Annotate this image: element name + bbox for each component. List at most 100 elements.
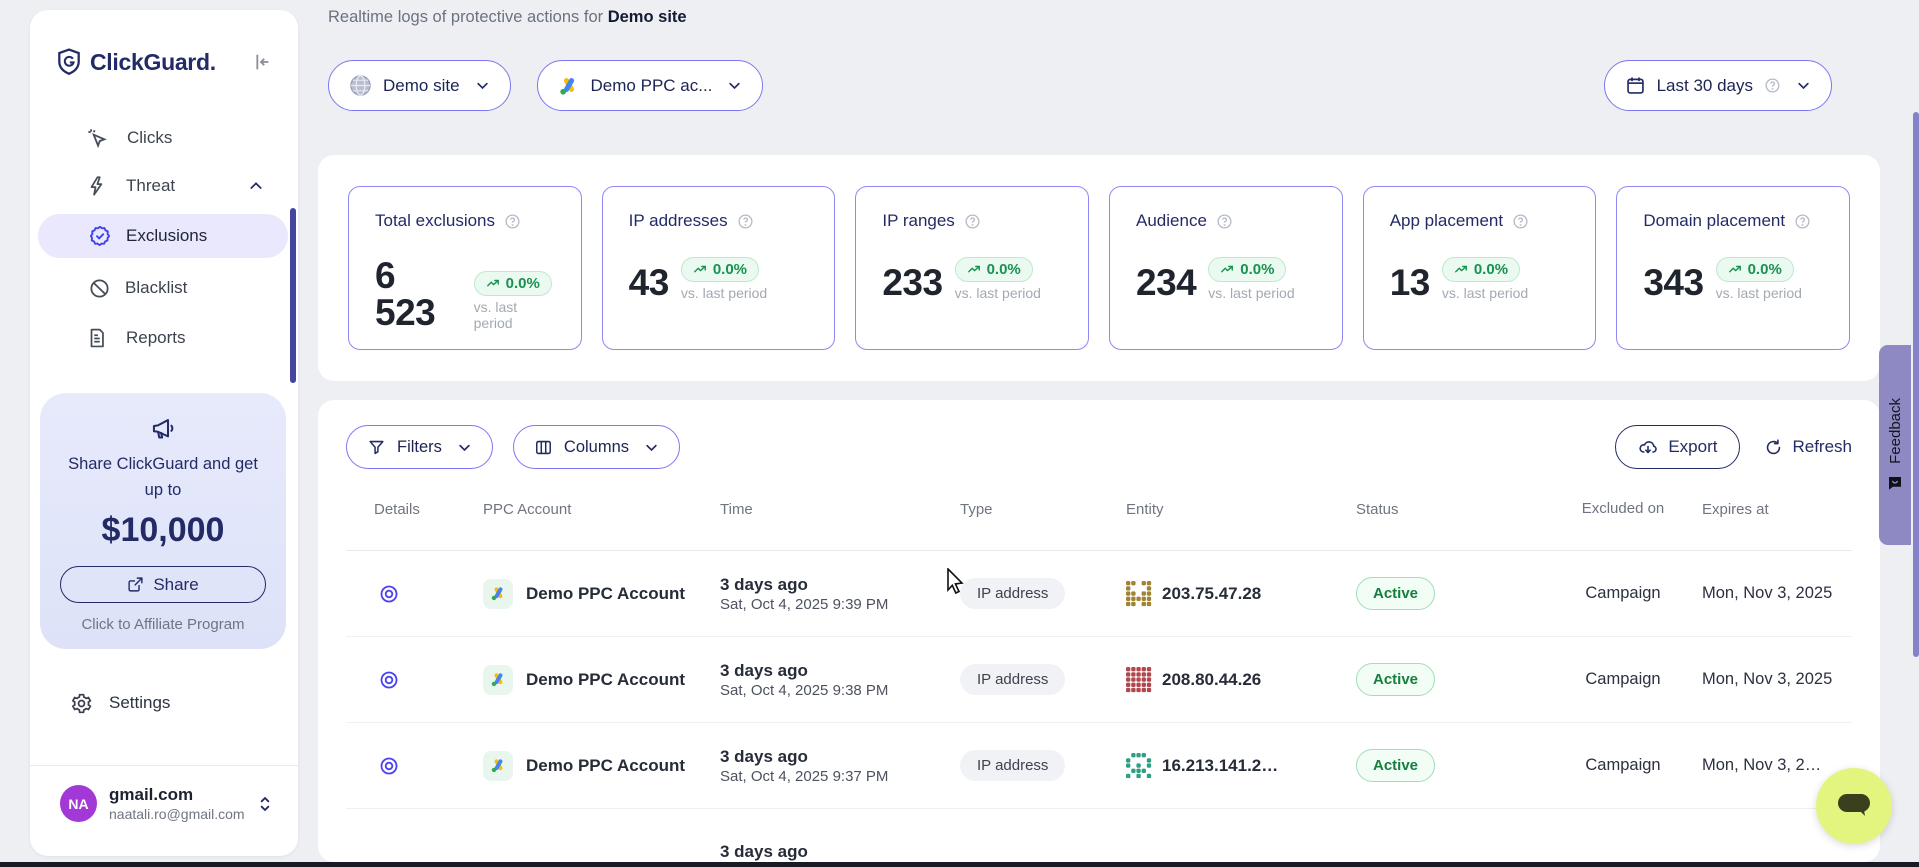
table-header-row: Details PPC Account Time Type Entity Sta…: [346, 469, 1852, 551]
entity-identicon: [1126, 753, 1152, 779]
account-switcher[interactable]: NA gmail.com naatali.ro@gmail.com: [30, 785, 298, 822]
site-selector[interactable]: Demo site: [328, 60, 511, 111]
stat-label: Total exclusions: [375, 211, 495, 231]
share-button[interactable]: Share: [60, 566, 266, 603]
time-relative: 3 days ago: [720, 746, 888, 769]
entity-identicon: [1126, 667, 1152, 693]
sidebar-scrollbar[interactable]: [290, 208, 296, 383]
col-details[interactable]: Details: [346, 501, 460, 518]
help-icon[interactable]: [504, 213, 521, 230]
ppc-account-name: Demo PPC Account: [526, 584, 685, 604]
excluded-on-value: Campaign: [1585, 670, 1660, 689]
table-row: Demo PPC Account 3 days ago Sat, Oct 4, …: [346, 723, 1852, 809]
sidebar-item-threat[interactable]: Threat: [30, 166, 298, 206]
logo-text: ClickGuard.: [90, 49, 216, 76]
sidebar-item-blacklist[interactable]: Blacklist: [38, 266, 288, 310]
feedback-label: Feedback: [1887, 398, 1904, 464]
delta-badge: 0.0%: [955, 257, 1033, 282]
table-row-partial: 3 days ago: [346, 809, 1852, 862]
col-excluded-on[interactable]: Excluded on: [1558, 499, 1688, 519]
columns-icon: [534, 438, 553, 457]
delta-badge: 0.0%: [1442, 257, 1520, 282]
stat-card-ip-addresses: IP addresses 43 0.0% vs. last period: [602, 186, 836, 350]
sidebar-item-settings[interactable]: Settings: [30, 682, 298, 724]
date-range-selector[interactable]: Last 30 days: [1604, 60, 1832, 111]
refresh-button[interactable]: Refresh: [1764, 437, 1852, 457]
stat-value: 343: [1643, 264, 1703, 301]
calendar-icon: [1625, 75, 1646, 96]
export-button[interactable]: Export: [1615, 425, 1740, 469]
sidebar-item-exclusions[interactable]: Exclusions: [38, 214, 288, 258]
document-icon: [86, 327, 108, 349]
details-eye-icon[interactable]: [378, 583, 400, 605]
delta-badge: 0.0%: [474, 271, 552, 296]
gear-icon: [70, 692, 93, 715]
time-absolute: Sat, Oct 4, 2025 9:38 PM: [720, 682, 888, 699]
ban-icon: [88, 277, 111, 300]
col-ppc-account[interactable]: PPC Account: [460, 501, 706, 518]
affiliate-link[interactable]: Click to Affiliate Program: [81, 616, 244, 633]
type-badge: IP address: [960, 578, 1065, 609]
filters-button[interactable]: Filters: [346, 425, 493, 469]
stat-caption: vs. last period: [1442, 285, 1528, 301]
col-time[interactable]: Time: [706, 501, 946, 518]
feedback-tab[interactable]: Feedback: [1879, 345, 1911, 545]
chat-launcher-button[interactable]: [1816, 768, 1892, 844]
columns-button[interactable]: Columns: [513, 425, 680, 469]
nav-label: Exclusions: [126, 226, 207, 246]
sidebar-item-reports[interactable]: Reports: [30, 318, 298, 358]
page-scrollbar[interactable]: [1913, 112, 1919, 657]
cloud-download-icon: [1638, 437, 1658, 457]
nav-label: Clicks: [127, 128, 172, 148]
chevron-up-icon: [248, 178, 264, 194]
help-icon[interactable]: [1512, 213, 1529, 230]
status-badge: Active: [1356, 663, 1435, 696]
entity-identicon: [1126, 581, 1152, 607]
divider: [30, 765, 298, 766]
col-status[interactable]: Status: [1342, 501, 1558, 518]
megaphone-icon: [150, 415, 177, 442]
time-relative: 3 days ago: [720, 841, 808, 862]
stat-card-app-placement: App placement 13 0.0% vs. last period: [1363, 186, 1597, 350]
details-eye-icon[interactable]: [378, 669, 400, 691]
table-toolbar: Filters Columns Export: [318, 425, 1880, 469]
ppc-account-selector[interactable]: Demo PPC ac...: [537, 60, 764, 111]
stat-card-ip-ranges: IP ranges 233 0.0% vs. last period: [855, 186, 1089, 350]
logs-table-panel: Filters Columns Export: [318, 400, 1880, 862]
expires-at-value: Mon, Nov 3, 2025: [1702, 670, 1832, 689]
refresh-icon: [1764, 438, 1783, 457]
expires-at-value: Mon, Nov 3, 2…: [1702, 756, 1821, 775]
sidebar-item-clicks[interactable]: Clicks: [30, 118, 298, 158]
delta-badge: 0.0%: [681, 257, 759, 282]
delta-badge: 0.0%: [1208, 257, 1286, 282]
ppc-account-name: Demo PPC Account: [526, 756, 685, 776]
help-icon[interactable]: [737, 213, 754, 230]
funnel-icon: [367, 438, 386, 457]
help-icon[interactable]: [1216, 213, 1233, 230]
nav-label: Reports: [126, 328, 186, 348]
site-selector-value: Demo site: [383, 76, 460, 96]
entity-value: 208.80.44.26: [1162, 670, 1261, 690]
col-expires-at[interactable]: Expires at: [1688, 501, 1852, 518]
help-icon[interactable]: [964, 213, 981, 230]
stat-caption: vs. last period: [681, 285, 767, 301]
time-absolute: Sat, Oct 4, 2025 9:39 PM: [720, 596, 888, 613]
col-entity[interactable]: Entity: [1112, 501, 1342, 518]
ppc-account-value: Demo PPC ac...: [591, 76, 713, 96]
delta-badge: 0.0%: [1716, 257, 1794, 282]
globe-icon: [349, 74, 372, 97]
google-ads-icon: [483, 665, 513, 695]
help-icon[interactable]: [1794, 213, 1811, 230]
google-ads-icon: [483, 579, 513, 609]
chevron-down-icon: [644, 440, 659, 455]
col-type[interactable]: Type: [946, 501, 1112, 518]
cursor-click-icon: [86, 127, 109, 150]
clickguard-shield-icon: [56, 48, 82, 76]
sidebar-collapse-icon[interactable]: [250, 51, 272, 73]
chevron-down-icon: [475, 78, 490, 93]
time-absolute: Sat, Oct 4, 2025 9:37 PM: [720, 768, 888, 785]
stat-value: 234: [1136, 264, 1196, 301]
google-ads-icon: [558, 75, 580, 97]
details-eye-icon[interactable]: [378, 755, 400, 777]
stat-value: 233: [882, 264, 942, 301]
